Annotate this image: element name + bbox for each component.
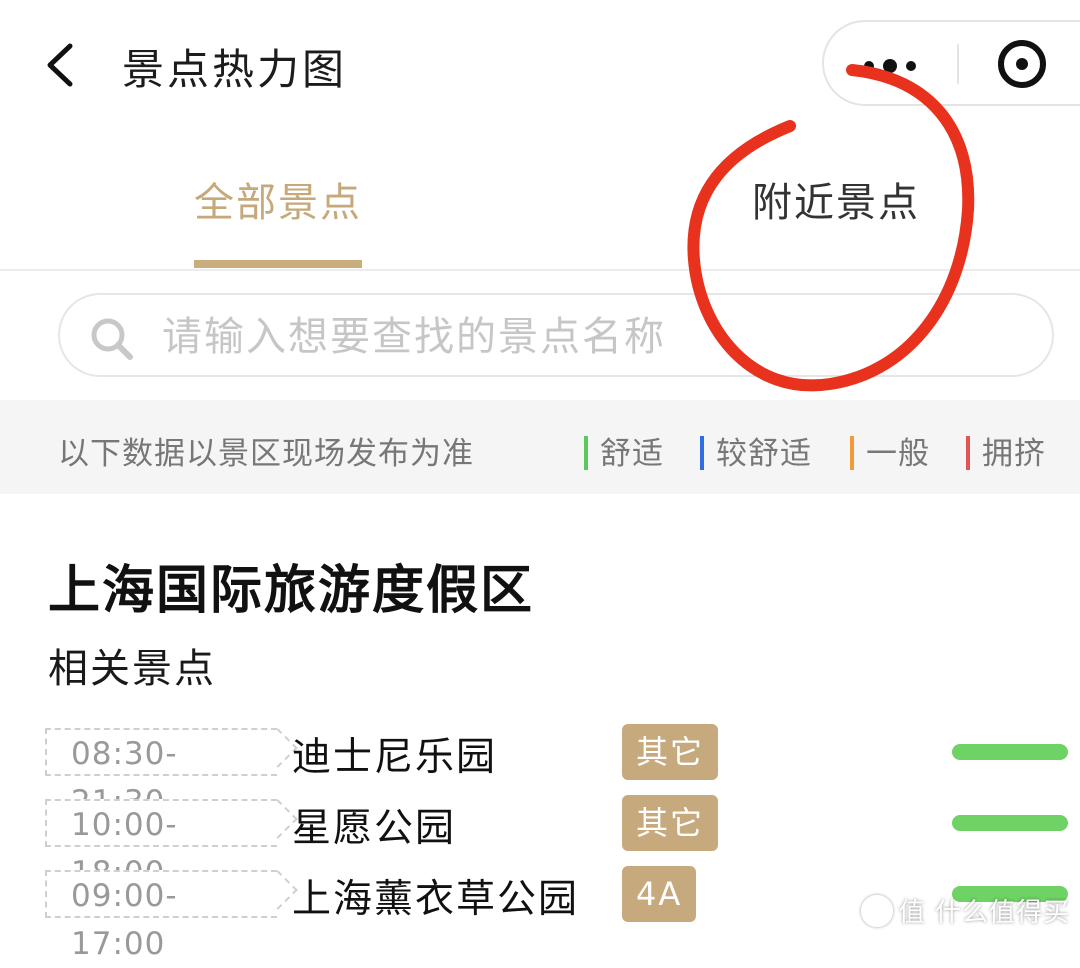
search-box bbox=[58, 293, 1054, 377]
list-item[interactable]: 08:30-21:30 迪士尼乐园 其它 bbox=[0, 724, 1080, 820]
search-input[interactable] bbox=[160, 305, 1034, 369]
opening-hours-tag: 10:00-18:00 bbox=[45, 799, 277, 891]
more-button[interactable] bbox=[824, 22, 956, 106]
legend-bar: 以下数据以景区现场发布为准 舒适 较舒适 一般 拥挤 bbox=[0, 400, 1080, 494]
tab-bar: 全部景点 附近景点 bbox=[0, 130, 1080, 270]
legend-label: 较舒适 bbox=[716, 436, 812, 472]
chevron-left-icon[interactable] bbox=[38, 40, 88, 90]
category-badge: 4A bbox=[622, 866, 697, 922]
mini-program-capsule bbox=[822, 20, 1080, 106]
search-icon bbox=[91, 318, 133, 360]
legend-item-normal: 一般 bbox=[850, 428, 930, 473]
legend-item-crowded: 拥挤 bbox=[966, 428, 1046, 473]
legend-swatch-blue bbox=[700, 436, 704, 470]
close-button[interactable] bbox=[958, 22, 1080, 106]
legend-swatch-orange bbox=[850, 436, 854, 470]
legend-item-comfortable: 舒适 bbox=[584, 428, 664, 473]
tab-all-spots[interactable]: 全部景点 bbox=[194, 170, 362, 228]
opening-hours-tag: 08:30-21:30 bbox=[45, 728, 277, 820]
spot-name: 上海薰衣草公园 bbox=[292, 877, 580, 922]
legend-label: 一般 bbox=[866, 436, 930, 472]
tab-nearby-spots[interactable]: 附近景点 bbox=[752, 170, 920, 228]
legend-swatch-green bbox=[584, 436, 588, 470]
related-spots-heading: 相关景点 bbox=[48, 646, 216, 692]
watermark: 值 什么值得买 bbox=[860, 892, 1070, 929]
spot-name: 迪士尼乐园 bbox=[292, 735, 498, 780]
page-title: 景点热力图 bbox=[122, 45, 348, 94]
legend-label: 拥挤 bbox=[982, 436, 1046, 472]
target-icon-center bbox=[1016, 58, 1028, 70]
legend-swatch-red bbox=[966, 436, 970, 470]
spot-name: 星愿公园 bbox=[292, 806, 457, 851]
category-badge: 其它 bbox=[622, 795, 719, 851]
legend-item-fairly-comfortable: 较舒适 bbox=[700, 428, 812, 473]
data-source-note: 以下数据以景区现场发布为准 bbox=[58, 436, 474, 472]
category-badge: 其它 bbox=[622, 724, 719, 780]
navigation-bar: 景点热力图 bbox=[0, 0, 1080, 130]
crowd-level-bar bbox=[952, 815, 1068, 831]
watermark-text: 值 什么值得买 bbox=[898, 898, 1070, 928]
crowd-level-bar bbox=[952, 744, 1068, 760]
tab-divider bbox=[0, 269, 1080, 271]
legend-label: 舒适 bbox=[600, 436, 664, 472]
watermark-logo-icon bbox=[860, 895, 893, 927]
area-title: 上海国际旅游度假区 bbox=[48, 561, 535, 621]
active-tab-indicator bbox=[194, 260, 362, 268]
opening-hours-tag: 09:00-17:00 bbox=[45, 870, 277, 962]
list-item[interactable]: 10:00-18:00 星愿公园 其它 bbox=[0, 795, 1080, 891]
